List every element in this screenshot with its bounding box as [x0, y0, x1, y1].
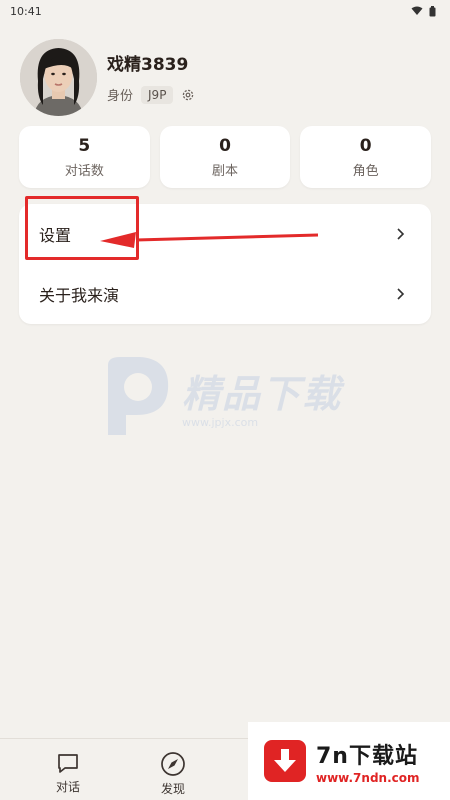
- watermark: 精品下载 www.jpjx.com: [100, 355, 342, 437]
- site-badge-url: www.7ndn.com: [316, 770, 420, 785]
- wifi-icon: [411, 6, 423, 15]
- site-badge-title: 7n下载站: [316, 743, 418, 769]
- identity-row: 身份 J9P: [107, 85, 195, 104]
- stat-value: 5: [78, 135, 91, 156]
- gear-icon[interactable]: [181, 88, 195, 102]
- stat-label: 对话数: [64, 163, 104, 179]
- tab-discover[interactable]: 发现: [143, 751, 203, 797]
- username: 戏精3839: [107, 55, 189, 75]
- chevron-right-icon: [396, 287, 405, 301]
- watermark-title: 精品下载: [182, 372, 343, 416]
- identity-badge: J9P: [141, 85, 174, 104]
- tab-label: 发现: [160, 782, 185, 796]
- avatar[interactable]: [20, 38, 97, 116]
- chat-bubble-icon: [58, 754, 78, 773]
- stat-card-characters[interactable]: 0 角色: [300, 126, 432, 188]
- chevron-right-icon: [396, 227, 405, 241]
- tab-label: 对话: [55, 780, 80, 794]
- stat-card-conversations[interactable]: 5 对话数: [19, 126, 150, 188]
- stat-value: 0: [219, 135, 231, 156]
- status-time: 10:41: [10, 4, 42, 18]
- avatar-portrait-icon: [20, 38, 97, 116]
- stat-label: 角色: [352, 163, 379, 179]
- status-icons: [411, 5, 436, 17]
- battery-icon: [429, 5, 436, 16]
- stats-row: 5 对话数 0 剧本 0 角色: [19, 126, 432, 188]
- profile-info: 戏精3839 身份 J9P: [107, 50, 195, 104]
- site-badge: 7n下载站 www.7ndn.com: [248, 722, 450, 800]
- download-arrow-icon: [264, 740, 306, 782]
- stat-value: 0: [359, 135, 372, 156]
- annotation-arrow-icon: [100, 232, 319, 248]
- stat-card-scripts[interactable]: 0 剧本: [159, 126, 291, 188]
- menu-item-label: 关于我来演: [39, 286, 120, 305]
- identity-label: 身份: [107, 89, 134, 104]
- menu-item-about[interactable]: 关于我来演: [19, 264, 431, 324]
- watermark-logo-icon: [108, 357, 169, 435]
- status-bar: 10:41: [0, 0, 450, 22]
- stat-label: 剧本: [212, 163, 239, 179]
- tab-chat[interactable]: 对话: [38, 751, 98, 795]
- compass-icon: [161, 752, 185, 776]
- profile-header: 戏精3839 身份 J9P: [20, 38, 430, 116]
